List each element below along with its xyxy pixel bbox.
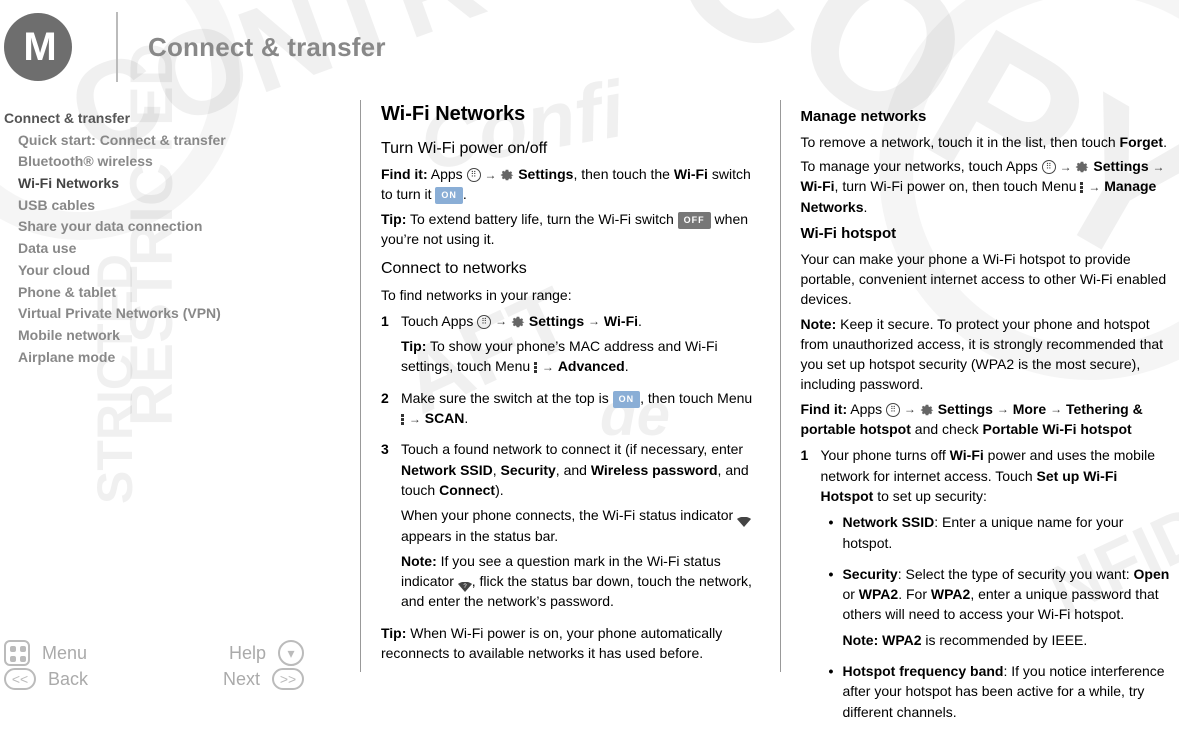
- arrow-icon: →: [997, 401, 1009, 418]
- wifi-networks-heading: Wi-Fi Networks: [381, 100, 754, 129]
- content-column-1: Wi-Fi Networks Turn Wi-Fi power on/off F…: [381, 100, 760, 692]
- apps-icon: ⠿: [477, 315, 491, 329]
- grid-icon: [4, 640, 30, 666]
- turn-wifi-subheading: Turn Wi-Fi power on/off: [381, 137, 754, 160]
- bullet-item: Network SSID: Enter a unique name for yo…: [828, 512, 1173, 558]
- apps-icon: ⠿: [1042, 160, 1056, 174]
- apps-icon: ⠿: [467, 168, 481, 182]
- off-switch-icon: OFF: [678, 212, 711, 229]
- arrow-icon: →: [542, 359, 554, 376]
- prev-icon: <<: [4, 668, 36, 690]
- on-switch-icon: ON: [613, 391, 641, 408]
- toc-item[interactable]: Bluetooth® wireless: [4, 151, 340, 173]
- next-label: Next: [223, 669, 260, 690]
- forget-network-paragraph: To remove a network, touch it in the lis…: [800, 132, 1173, 152]
- header-divider: [116, 12, 118, 82]
- menu-icon: [401, 413, 405, 426]
- toc-item[interactable]: Phone & tablet: [4, 282, 340, 304]
- dropdown-icon: ▾: [278, 640, 304, 666]
- toc-item[interactable]: Your cloud: [4, 260, 340, 282]
- tip-paragraph: Tip: When Wi-Fi power is on, your phone …: [381, 623, 754, 664]
- back-label: Back: [48, 669, 88, 690]
- list-item: 3 Touch a found network to connect it (i…: [381, 439, 754, 616]
- bullet-item: Hotspot frequency band: If you notice in…: [828, 661, 1173, 727]
- wifi-icon: [737, 512, 751, 522]
- toc-item[interactable]: Data use: [4, 238, 340, 260]
- menu-button[interactable]: Menu: [4, 640, 87, 666]
- toc-item[interactable]: Virtual Private Networks (VPN): [4, 303, 340, 325]
- list-item: 1 Your phone turns off Wi-Fi power and u…: [800, 445, 1173, 733]
- toc-root[interactable]: Connect & transfer: [4, 108, 340, 130]
- column-divider: [780, 100, 781, 672]
- arrow-icon: →: [1088, 179, 1100, 196]
- find-it-hotspot-paragraph: Find it: Apps ⠿ → Settings → More → Teth…: [800, 399, 1173, 440]
- wifi-question-icon: ?: [458, 577, 472, 587]
- toc-item[interactable]: Wi-Fi Networks: [4, 173, 340, 195]
- arrow-icon: →: [1153, 159, 1165, 176]
- toc-item[interactable]: USB cables: [4, 195, 340, 217]
- arrow-icon: →: [409, 411, 421, 428]
- tip-paragraph: Tip: To extend battery life, turn the Wi…: [381, 209, 754, 250]
- help-label: Help: [229, 643, 266, 664]
- toc-item[interactable]: Airplane mode: [4, 347, 340, 369]
- arrow-icon: →: [1060, 159, 1072, 176]
- menu-label: Menu: [42, 643, 87, 664]
- toc-item[interactable]: Mobile network: [4, 325, 340, 347]
- arrow-icon: →: [484, 167, 496, 184]
- motorola-logo: M: [4, 13, 72, 81]
- menu-icon: [1080, 181, 1084, 194]
- menu-icon: [534, 361, 538, 374]
- toc-item[interactable]: Quick start: Connect & transfer: [4, 130, 340, 152]
- arrow-icon: →: [1050, 401, 1062, 418]
- find-networks-paragraph: To find networks in your range:: [381, 285, 754, 305]
- help-button[interactable]: Help ▾: [229, 640, 304, 666]
- bullet-item: Security: Select the type of security yo…: [828, 564, 1173, 655]
- manage-networks-paragraph: To manage your networks, touch Apps ⠿ → …: [800, 156, 1173, 217]
- connect-networks-subheading: Connect to networks: [381, 257, 754, 280]
- gear-icon: [500, 168, 514, 182]
- content-column-2: Manage networks To remove a network, tou…: [800, 100, 1179, 692]
- back-button[interactable]: << Back: [4, 668, 88, 690]
- apps-icon: ⠿: [886, 403, 900, 417]
- gear-icon: [920, 403, 934, 417]
- toc-item[interactable]: Share your data connection: [4, 216, 340, 238]
- manage-networks-heading: Manage networks: [800, 106, 1173, 128]
- list-item: 1 Touch Apps ⠿ → Settings → Wi-Fi. Tip: …: [381, 311, 754, 382]
- table-of-contents: Connect & transfer Quick start: Connect …: [4, 108, 340, 368]
- column-divider: [360, 100, 361, 672]
- gear-icon: [511, 315, 525, 329]
- gear-icon: [1075, 160, 1089, 174]
- arrow-icon: →: [495, 313, 507, 330]
- on-switch-icon: ON: [435, 187, 463, 204]
- hotspot-note-paragraph: Note: Keep it secure. To protect your ph…: [800, 314, 1173, 395]
- arrow-icon: →: [904, 401, 916, 418]
- arrow-icon: →: [588, 313, 600, 330]
- next-icon: >>: [272, 668, 304, 690]
- list-item: 2 Make sure the switch at the top is ON,…: [381, 388, 754, 434]
- find-it-paragraph: Find it: Apps ⠿ → Settings, then touch t…: [381, 164, 754, 205]
- next-button[interactable]: Next >>: [223, 668, 304, 690]
- wifi-hotspot-heading: Wi-Fi hotspot: [800, 223, 1173, 245]
- page-title: Connect & transfer: [148, 32, 386, 63]
- hotspot-intro-paragraph: Your can make your phone a Wi-Fi hotspot…: [800, 249, 1173, 310]
